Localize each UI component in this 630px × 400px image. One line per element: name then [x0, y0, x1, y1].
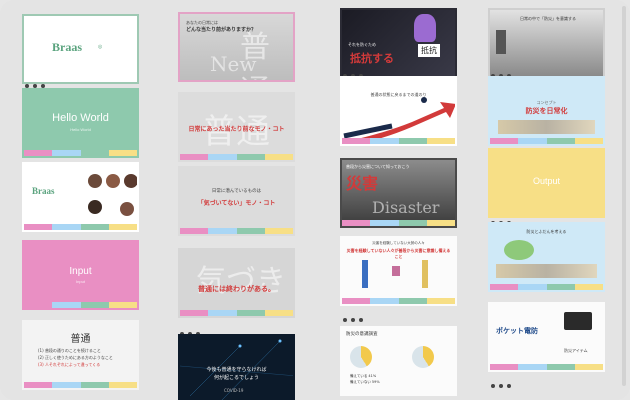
slide-title: 防災を日常化: [525, 107, 568, 115]
avatar: [120, 202, 134, 216]
slide-caption: 日常の中で「防災」を意識する: [520, 16, 576, 21]
slide-thumbnail[interactable]: Input Input: [22, 240, 139, 310]
houses-graphic: [496, 264, 597, 278]
sign-label: 抵抗: [418, 44, 440, 57]
slide-title: Hello World: [52, 112, 109, 124]
slide-thumbnail[interactable]: ポケット電防 防災アイテム: [488, 302, 605, 372]
color-bar: [342, 138, 455, 144]
slide-thumbnail[interactable]: Output: [488, 148, 605, 218]
slide-thumbnail[interactable]: 防災の意識調査 備えている 41% 備えていない 59%: [340, 326, 457, 396]
product-image: [564, 312, 592, 330]
slide-controls[interactable]: [491, 291, 515, 306]
slide-text: どんな当たり前がありますか？: [186, 27, 257, 33]
slide-controls[interactable]: [491, 210, 515, 225]
avatar: [88, 200, 102, 214]
slide-tag: COVID-19: [224, 388, 244, 393]
food-image: [504, 240, 534, 260]
slide-thumbnail[interactable]: 災害を経験していない大勢の人々 災害を経験していない人々が普段から災害に意識し備…: [340, 236, 457, 306]
list-item: (1) 普段の通りのことを続けること: [38, 348, 101, 353]
logo: Braas: [32, 186, 55, 196]
person-image: [414, 14, 436, 42]
pie-graphic: [350, 346, 372, 368]
slide-label: 備えている 41%: [350, 374, 377, 378]
color-bar: [180, 228, 293, 234]
color-bar: [24, 302, 137, 308]
logo-icon: ◎: [98, 44, 103, 50]
slide-title: Input: [69, 266, 92, 277]
slide-title: Output: [532, 176, 561, 186]
avatar: [106, 174, 120, 188]
avatar: [88, 174, 102, 188]
slide-controls[interactable]: [180, 82, 204, 97]
slide-text: それを防ぐため: [348, 42, 376, 47]
slide-caption: 普通には終わりがある。: [198, 285, 275, 293]
color-bar: [490, 284, 603, 290]
slide-title: 防災とふだんを考える: [526, 229, 567, 234]
color-bar: [342, 220, 455, 226]
list-item: (2) 正しく使うためにある方のようなこと: [38, 355, 113, 360]
slide-controls[interactable]: [180, 321, 204, 336]
color-bar: [24, 150, 137, 156]
slide-text: 災害を経験していない大勢の人々: [372, 241, 425, 245]
slide-thumbnail[interactable]: 気づき 普通には終わりがある。: [178, 248, 295, 318]
pie-graphic: [412, 346, 434, 368]
color-bar: [490, 364, 603, 370]
slide-controls[interactable]: [491, 63, 515, 78]
list-item: (3) 人それぞれによって違ってくる: [38, 362, 101, 367]
slide-thumbnail[interactable]: 普通の状態に戻るまでの道のり: [340, 76, 457, 146]
scrollbar[interactable]: [622, 6, 626, 386]
slide-title: 防災の意識調査: [346, 332, 378, 337]
logo: Braas: [52, 40, 82, 54]
slide-heading: 普通: [70, 334, 91, 345]
slide-thumbnail[interactable]: 普通 (1) 普段の通りのことを続けること (2) 正しく使うためにある方のよう…: [22, 320, 139, 390]
color-bar: [24, 224, 137, 230]
slide-caption: 日常にあった当たり前なモノ・コト: [188, 126, 285, 133]
slide-subtitle: Input: [76, 279, 85, 284]
slide-controls[interactable]: [180, 238, 204, 253]
slide-thumbnail[interactable]: 普通 日常にあった当たり前なモノ・コト: [178, 92, 295, 162]
color-bar: [180, 310, 293, 316]
figure: [422, 260, 428, 288]
watermark: New: [210, 52, 257, 76]
houses-graphic: [498, 120, 595, 134]
slide-thumbnail[interactable]: 防災とふだんを考える: [488, 222, 605, 292]
avatar: [124, 174, 137, 188]
brand-title: ポケット電防: [496, 327, 538, 335]
color-bar: [180, 154, 293, 160]
slide-thumbnail[interactable]: 普段から災害について知っておこう 災害 Disaster: [340, 158, 457, 228]
slide-text: 災害を経験していない人々が普段から災害に意識し備えること: [346, 248, 451, 259]
slide-subtitle: Hello World: [70, 127, 91, 132]
slide-text: 日常に潜んでいるものは: [211, 189, 262, 194]
slide-text: 防災アイテム: [564, 348, 588, 353]
slide-thumbnail[interactable]: Hello World Hello World: [22, 88, 139, 158]
color-bar: [24, 382, 137, 388]
slide-text: 今後も普通を守らなければ: [206, 367, 267, 373]
color-bar: [342, 298, 455, 304]
slide-title: 災害: [346, 174, 379, 193]
slide-controls[interactable]: [343, 63, 367, 78]
slide-thumbnail[interactable]: 普通 New あなたの日常には どんな当たり前がありますか？: [178, 12, 295, 82]
color-bar: [490, 138, 603, 144]
slide-thumbnail[interactable]: 日常に潜んでいるものは 「気づいてない」モノ・コト: [178, 166, 295, 236]
person-image: [496, 30, 506, 54]
slide-text: 「気づいてない」モノ・コト: [197, 200, 276, 207]
slide-sorter-window: Braas ◎ Hello World Hello World Braas In…: [0, 0, 630, 400]
figure: [392, 266, 400, 276]
watermark: Disaster: [372, 198, 440, 217]
slide-controls[interactable]: [343, 307, 367, 322]
slide-thumbnail[interactable]: コンセプト 防災を日常化: [488, 76, 605, 146]
slide-label: 備えていない 59%: [350, 380, 380, 384]
figure: [362, 260, 368, 288]
slide-thumbnail[interactable]: 今後も普通を守らなければ 何が起こるでしょう COVID-19: [178, 334, 295, 400]
slide-controls[interactable]: [491, 373, 515, 388]
arrow-graphic: [343, 97, 455, 144]
slide-controls[interactable]: [25, 73, 49, 88]
slide-text: 何が起こるでしょう: [213, 375, 259, 381]
slide-thumbnail[interactable]: Braas: [22, 162, 139, 232]
